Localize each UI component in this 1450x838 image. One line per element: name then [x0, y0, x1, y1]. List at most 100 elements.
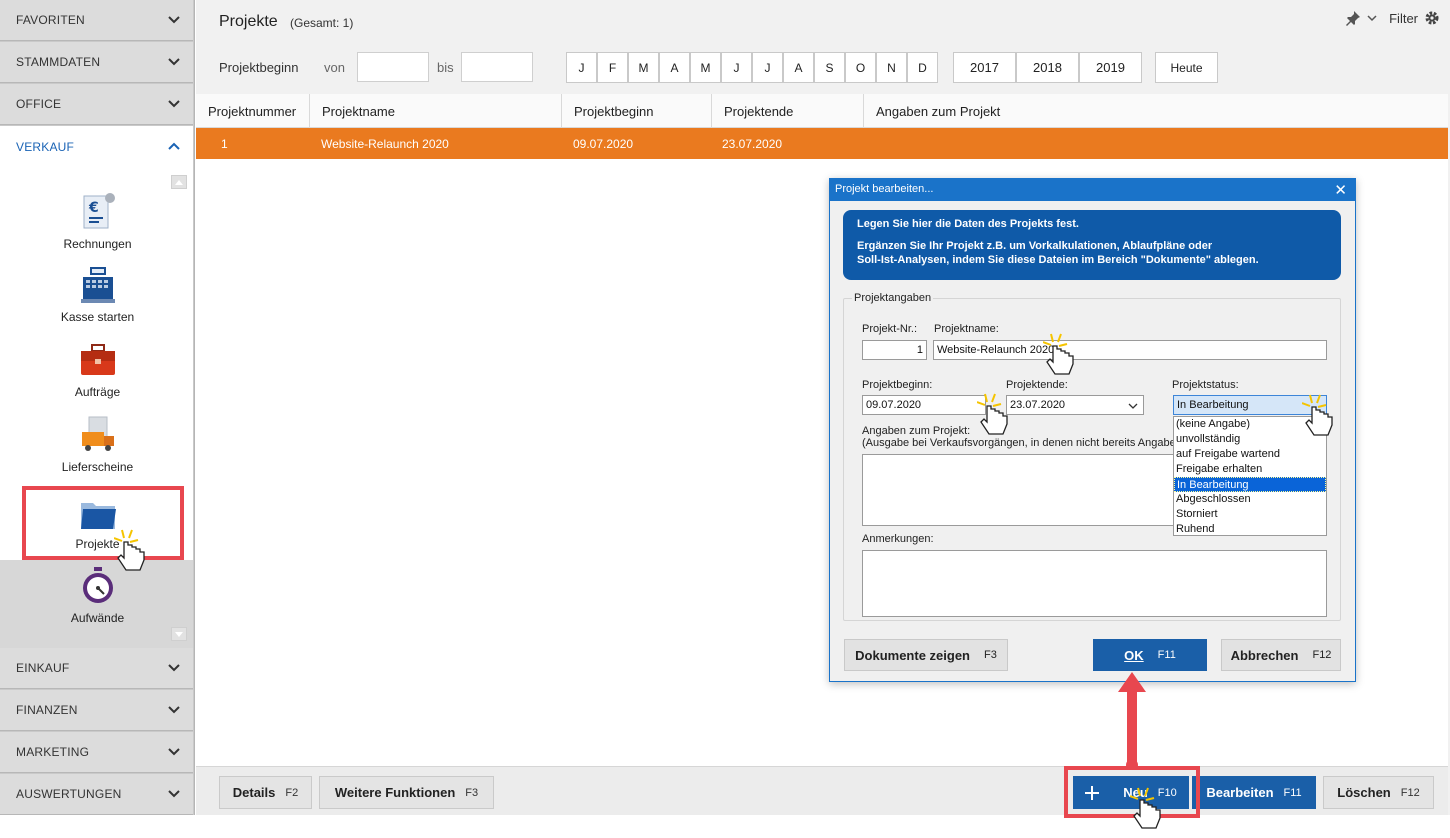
projektende-value: 23.07.2020	[1010, 399, 1066, 411]
sidebar-item-label: Aufwände	[70, 611, 125, 625]
month-button-apr[interactable]: A	[659, 52, 690, 83]
click-pointer-icon	[1130, 787, 1161, 829]
column-header-angaben[interactable]: Angaben zum Projekt	[864, 94, 1448, 128]
column-header-projektende[interactable]: Projektende	[712, 94, 864, 128]
verkauf-items-panel: € Rechnungen Kasse starten Aufträge Lief…	[0, 167, 193, 648]
nav-section-auswertungen[interactable]: AUSWERTUNGEN	[0, 774, 193, 815]
sidebar-item-lieferscheine[interactable]: Lieferscheine	[20, 416, 175, 474]
filter-button[interactable]: Filter	[1389, 11, 1418, 26]
cell-projektname: Website-Relaunch 2020	[321, 137, 449, 151]
projektname-field[interactable]: Website-Relaunch 2020	[933, 340, 1327, 360]
sidebar-item-rechnungen[interactable]: € Rechnungen	[20, 193, 175, 251]
nav-section-label: AUSWERTUNGEN	[16, 787, 122, 801]
nav-section-verkauf[interactable]: VERKAUF	[0, 126, 193, 167]
nav-section-office[interactable]: OFFICE	[0, 84, 193, 125]
status-option[interactable]: Ruhend	[1174, 522, 1326, 537]
anmerkungen-textarea[interactable]	[862, 550, 1327, 617]
column-header-projektnummer[interactable]: Projektnummer	[196, 94, 310, 128]
projekt-bearbeiten-dialog: Projekt bearbeiten... ✕ Legen Sie hier d…	[829, 178, 1356, 682]
month-button-jan[interactable]: J	[566, 52, 597, 83]
details-button[interactable]: Details F2	[219, 776, 312, 809]
year-button-2017[interactable]: 2017	[953, 52, 1016, 83]
close-icon[interactable]: ✕	[1334, 181, 1347, 199]
button-label: Weitere Funktionen	[334, 785, 456, 800]
sidebar-item-aufwaende[interactable]: Aufwände	[20, 567, 175, 625]
info-line: Ergänzen Sie Ihr Projekt z.B. um Vorkalk…	[857, 240, 1213, 252]
projektbeginn-field[interactable]: 09.07.2020	[862, 395, 986, 415]
chevron-down-icon	[168, 664, 180, 672]
cell-projektbeginn: 09.07.2020	[573, 137, 634, 151]
status-option[interactable]: Storniert	[1174, 507, 1326, 522]
group-label: Projektangaben	[852, 292, 934, 304]
month-button-nov[interactable]: N	[876, 52, 907, 83]
dialog-info-banner: Legen Sie hier die Daten des Projekts fe…	[843, 210, 1341, 280]
dokumente-zeigen-button[interactable]: Dokumente zeigen F3	[844, 639, 1008, 671]
projekt-nr-field[interactable]: 1	[862, 340, 927, 360]
scroll-up-button[interactable]	[171, 175, 187, 189]
ok-button[interactable]: OK F11	[1093, 639, 1207, 671]
status-option[interactable]: Abgeschlossen	[1174, 492, 1326, 507]
triangle-down-icon	[175, 631, 183, 637]
invoice-euro-icon: €	[83, 193, 115, 229]
filter-label: Projektbeginn	[219, 60, 299, 75]
info-line: Legen Sie hier die Daten des Projekts fe…	[857, 218, 1079, 230]
gear-icon[interactable]	[1424, 10, 1440, 26]
nav-section-stammdaten[interactable]: STAMMDATEN	[0, 42, 193, 83]
filter-bis-label: bis	[437, 60, 454, 75]
info-line: Soll-Ist-Analysen, indem Sie diese Datei…	[857, 254, 1259, 266]
status-option-selected[interactable]: In Bearbeitung	[1174, 477, 1326, 492]
button-label: Abbrechen	[1230, 647, 1299, 663]
today-button[interactable]: Heute	[1155, 52, 1218, 83]
cell-projektende: 23.07.2020	[722, 137, 783, 151]
status-option[interactable]: auf Freigabe wartend	[1174, 447, 1326, 462]
weitere-funktionen-button[interactable]: Weitere Funktionen F3	[319, 776, 494, 809]
nav-section-einkauf[interactable]: EINKAUF	[0, 648, 193, 689]
bottom-toolbar: Details F2 Weitere Funktionen F3 Neu F10…	[196, 766, 1448, 815]
year-button-2019[interactable]: 2019	[1079, 52, 1142, 83]
bearbeiten-button[interactable]: Bearbeiten F11	[1192, 776, 1316, 809]
highlight-projekte	[22, 486, 184, 560]
dialog-titlebar[interactable]: Projekt bearbeiten... ✕	[830, 179, 1355, 201]
shortcut-key: F2	[285, 786, 299, 799]
angaben-label: Angaben zum Projekt:	[862, 425, 971, 437]
month-button-jun[interactable]: J	[721, 52, 752, 83]
filter-von-label: von	[324, 60, 345, 75]
nav-section-favoriten[interactable]: FAVORITEN	[0, 0, 193, 41]
nav-section-marketing[interactable]: MARKETING	[0, 732, 193, 773]
month-button-feb[interactable]: F	[597, 52, 628, 83]
sidebar-item-auftraege[interactable]: Aufträge	[20, 341, 175, 399]
table-row[interactable]: 1 Website-Relaunch 2020 09.07.2020 23.07…	[196, 128, 1448, 159]
month-button-jul[interactable]: J	[752, 52, 783, 83]
scroll-down-button[interactable]	[171, 627, 187, 641]
page-title: Projekte	[219, 13, 278, 30]
nav-section-finanzen[interactable]: FINANZEN	[0, 690, 193, 731]
filter-from-input[interactable]	[357, 52, 429, 82]
month-button-may[interactable]: M	[690, 52, 721, 83]
loeschen-button[interactable]: Löschen F12	[1323, 776, 1434, 809]
month-button-dec[interactable]: D	[907, 52, 938, 83]
column-header-projektname[interactable]: Projektname	[310, 94, 562, 128]
projektende-field[interactable]: 23.07.2020	[1006, 395, 1144, 415]
click-pointer-icon	[977, 393, 1008, 435]
sidebar-item-kasse[interactable]: Kasse starten	[20, 266, 175, 324]
sidebar-item-label: Rechnungen	[63, 237, 132, 251]
nav-section-label: VERKAUF	[16, 139, 75, 154]
abbrechen-button[interactable]: Abbrechen F12	[1221, 639, 1341, 671]
month-button-oct[interactable]: O	[845, 52, 876, 83]
year-button-2018[interactable]: 2018	[1016, 52, 1079, 83]
angaben-hint: (Ausgabe bei Verkaufsvorgängen, in denen…	[862, 437, 1175, 449]
column-header-projektbeginn[interactable]: Projektbeginn	[562, 94, 712, 128]
chevron-down-icon[interactable]	[1128, 401, 1138, 411]
filter-to-input[interactable]	[461, 52, 533, 82]
status-option[interactable]: Freigabe erhalten	[1174, 462, 1326, 477]
chevron-down-icon	[168, 706, 180, 714]
nav-section-label: STAMMDATEN	[16, 55, 101, 69]
month-button-mar[interactable]: M	[628, 52, 659, 83]
month-button-sep[interactable]: S	[814, 52, 845, 83]
chevron-down-icon	[168, 790, 180, 798]
projektende-label: Projektende:	[1006, 379, 1068, 391]
projektstatus-label: Projektstatus:	[1172, 379, 1239, 391]
chevron-down-icon[interactable]	[1367, 13, 1377, 23]
month-button-aug[interactable]: A	[783, 52, 814, 83]
pin-icon[interactable]	[1345, 10, 1361, 26]
